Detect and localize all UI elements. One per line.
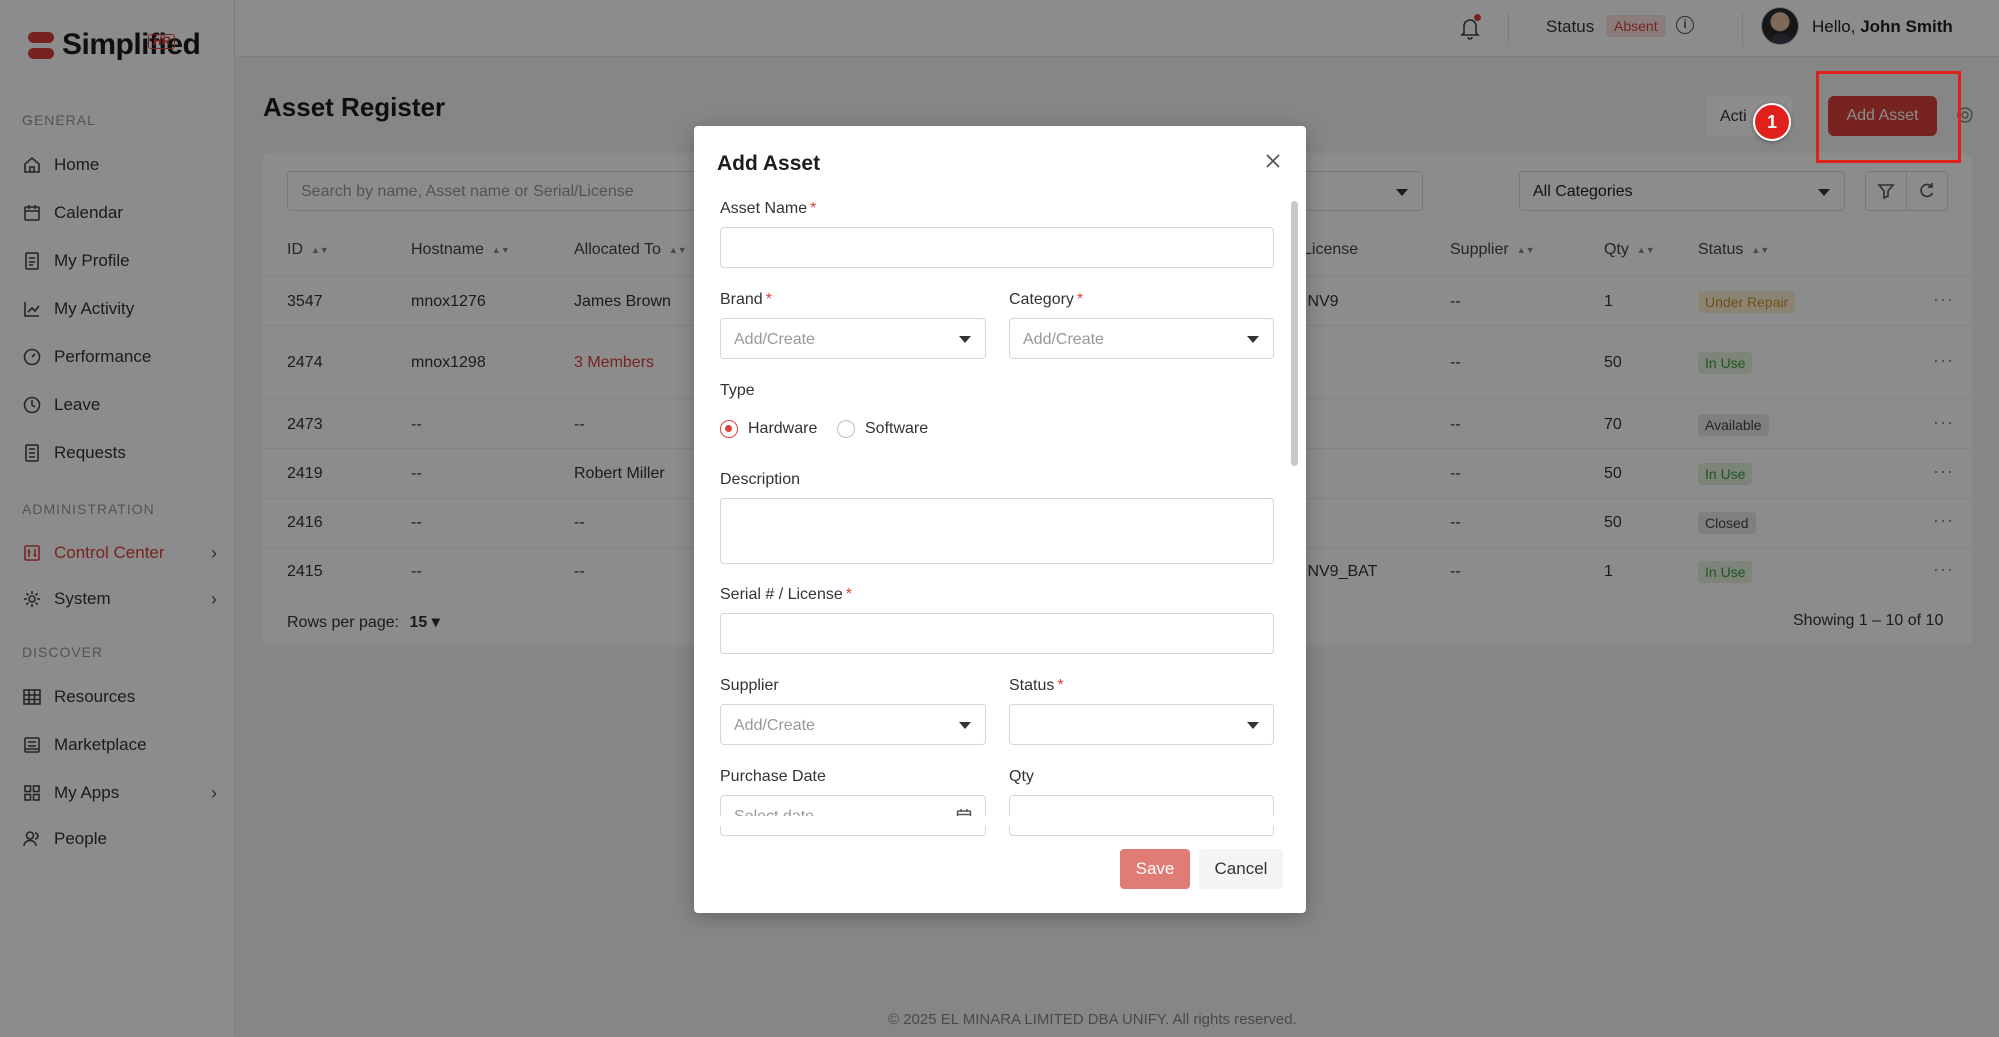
step-badge: 1 bbox=[1753, 103, 1791, 141]
caret-down-icon bbox=[1247, 722, 1259, 729]
category-placeholder: Add/Create bbox=[1023, 331, 1104, 348]
required-mark: * bbox=[845, 586, 852, 603]
supplier-label: Supplier bbox=[720, 677, 779, 694]
qty-label: Qty bbox=[1009, 768, 1034, 785]
label-text: Asset Name bbox=[720, 200, 808, 217]
radio-hardware[interactable] bbox=[720, 420, 738, 438]
label-text: Category bbox=[1009, 291, 1074, 308]
caret-down-icon bbox=[959, 722, 971, 729]
modal-scroll-fade bbox=[694, 816, 1306, 826]
label-text: Brand bbox=[720, 291, 763, 308]
description-textarea[interactable] bbox=[720, 498, 1274, 564]
description-label: Description bbox=[720, 471, 801, 488]
category-label: Category * bbox=[1009, 291, 1083, 309]
close-button[interactable] bbox=[1262, 150, 1284, 172]
purchase-date-label: Purchase Date bbox=[720, 768, 826, 785]
cancel-button[interactable]: Cancel bbox=[1199, 849, 1283, 889]
status-label: Status * bbox=[1009, 677, 1064, 695]
required-mark: * bbox=[810, 200, 817, 217]
supplier-select[interactable]: Add/Create bbox=[720, 704, 986, 745]
status-select[interactable] bbox=[1009, 704, 1274, 745]
save-button[interactable]: Save bbox=[1120, 849, 1190, 889]
close-icon bbox=[1266, 154, 1280, 168]
radio-software-label[interactable]: Software bbox=[865, 420, 928, 438]
asset-name-label: Asset Name * bbox=[720, 200, 816, 218]
required-mark: * bbox=[1057, 677, 1064, 694]
highlight-box bbox=[1816, 71, 1961, 163]
radio-hardware-label[interactable]: Hardware bbox=[748, 420, 817, 438]
label-text: Status bbox=[1009, 677, 1055, 694]
type-label: Type bbox=[720, 382, 755, 399]
required-mark: * bbox=[765, 291, 772, 308]
required-mark: * bbox=[1076, 291, 1084, 308]
caret-down-icon bbox=[1247, 336, 1259, 343]
label-text: Serial # / License bbox=[720, 586, 843, 603]
serial-label: Serial # / License * bbox=[720, 586, 852, 604]
serial-license-input[interactable] bbox=[720, 613, 1274, 654]
add-asset-modal: Add Asset Asset Name * Brand * Add/Create … bbox=[694, 126, 1306, 913]
modal-title: Add Asset bbox=[717, 152, 821, 175]
supplier-placeholder: Add/Create bbox=[734, 717, 815, 734]
radio-software[interactable] bbox=[837, 420, 855, 438]
category-select[interactable]: Add/Create bbox=[1009, 318, 1274, 359]
modal-scrollbar[interactable] bbox=[1291, 201, 1298, 466]
brand-select[interactable]: Add/Create bbox=[720, 318, 986, 359]
brand-label: Brand * bbox=[720, 291, 772, 309]
brand-placeholder: Add/Create bbox=[734, 331, 815, 348]
asset-name-input[interactable] bbox=[720, 227, 1274, 268]
caret-down-icon bbox=[959, 336, 971, 343]
